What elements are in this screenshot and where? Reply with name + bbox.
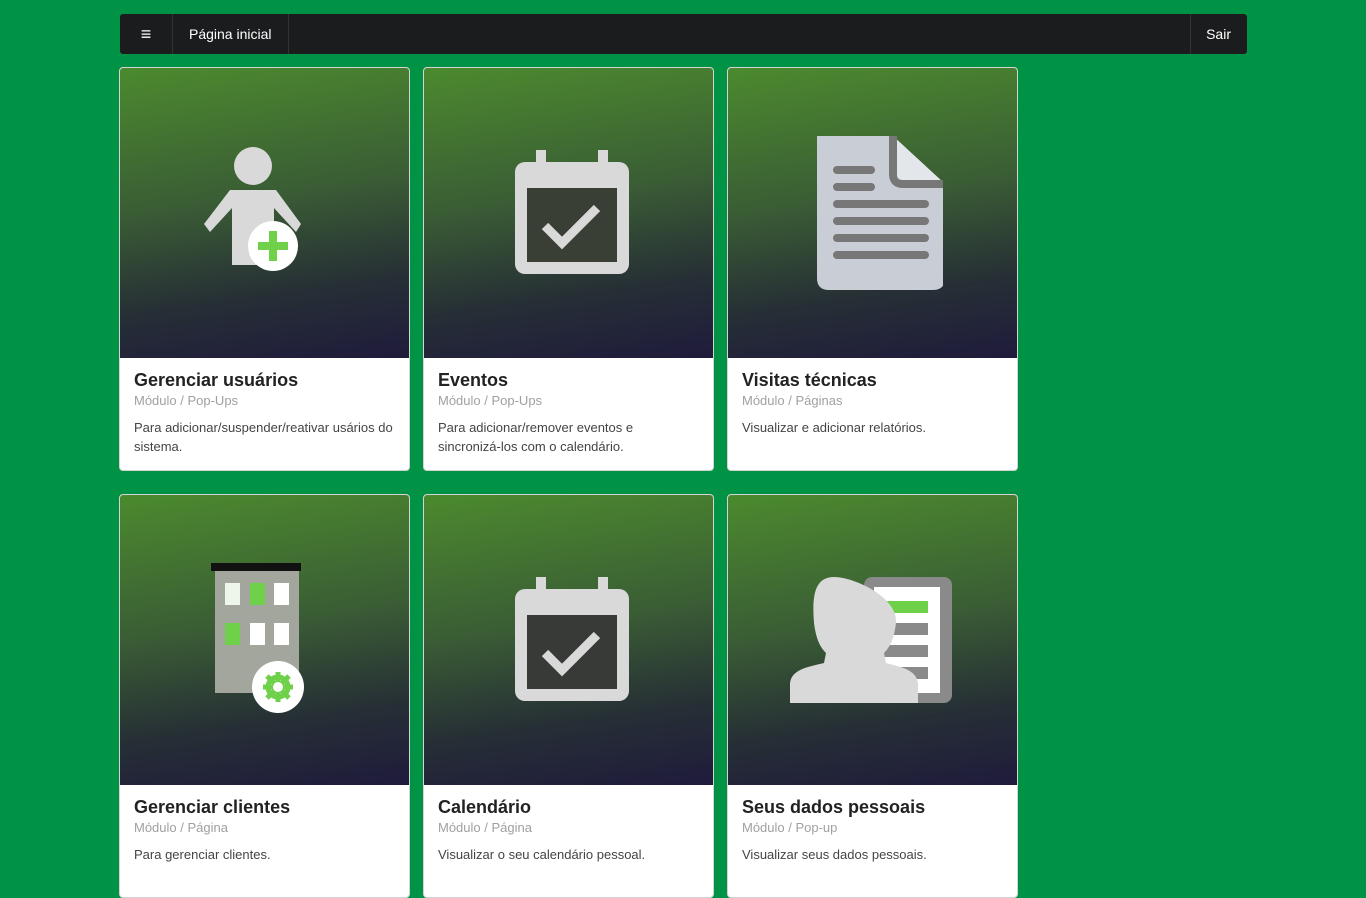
card-technical-visits[interactable]: Visitas técnicas Módulo / Páginas Visual… — [727, 67, 1018, 471]
card-image — [120, 68, 409, 358]
card-image — [120, 495, 409, 785]
card-meta: Módulo / Pop-up — [742, 820, 838, 835]
card-title: Calendário — [438, 797, 532, 817]
card-image — [424, 68, 713, 358]
card-title: Gerenciar clientes — [134, 797, 291, 817]
menu-icon[interactable]: ≡ — [120, 14, 173, 54]
card-manage-clients[interactable]: Gerenciar clientes Módulo / Página Para … — [119, 494, 410, 898]
building-settings-icon — [210, 563, 304, 713]
card-description: Para adicionar/suspender/reativar usário… — [134, 420, 393, 454]
navbar-spacer — [289, 14, 1191, 54]
card-title: Gerenciar usuários — [134, 370, 299, 390]
card-description: Para adicionar/remover eventos e sincron… — [438, 420, 634, 454]
calendar-check-icon — [514, 150, 629, 274]
card-description: Visualizar seus dados pessoais. — [742, 847, 927, 862]
card-description: Visualizar e adicionar relatórios. — [742, 420, 927, 435]
card-title: Eventos — [438, 370, 509, 390]
card-meta: Módulo / Páginas — [742, 393, 843, 408]
card-events[interactable]: Eventos Módulo / Pop-Ups Para adicionar/… — [423, 67, 714, 471]
personal-data-icon — [789, 577, 952, 703]
card-calendar[interactable]: Calendário Módulo / Página Visualizar o … — [423, 494, 714, 898]
card-description: Visualizar o seu calendário pessoal. — [438, 847, 646, 862]
document-icon — [816, 136, 943, 290]
card-image — [728, 68, 1017, 358]
card-image — [424, 495, 713, 785]
logout-link[interactable]: Sair — [1190, 14, 1247, 54]
card-manage-users[interactable]: Gerenciar usuários Módulo / Pop-Ups Para… — [119, 67, 410, 471]
add-user-icon — [203, 147, 301, 271]
card-meta: Módulo / Página — [134, 820, 228, 835]
top-navbar: ≡ Página inicial Sair — [120, 14, 1247, 54]
card-image — [728, 495, 1017, 785]
card-meta: Módulo / Página — [438, 820, 532, 835]
card-meta: Módulo / Pop-Ups — [438, 393, 543, 408]
card-title: Seus dados pessoais — [742, 797, 926, 817]
home-link[interactable]: Página inicial — [173, 14, 289, 54]
card-description: Para gerenciar clientes. — [134, 847, 271, 862]
card-meta: Módulo / Pop-Ups — [134, 393, 239, 408]
calendar-check-icon — [514, 577, 629, 701]
card-title: Visitas técnicas — [742, 370, 877, 390]
card-personal-data[interactable]: Seus dados pessoais Módulo / Pop-up Visu… — [727, 494, 1018, 898]
